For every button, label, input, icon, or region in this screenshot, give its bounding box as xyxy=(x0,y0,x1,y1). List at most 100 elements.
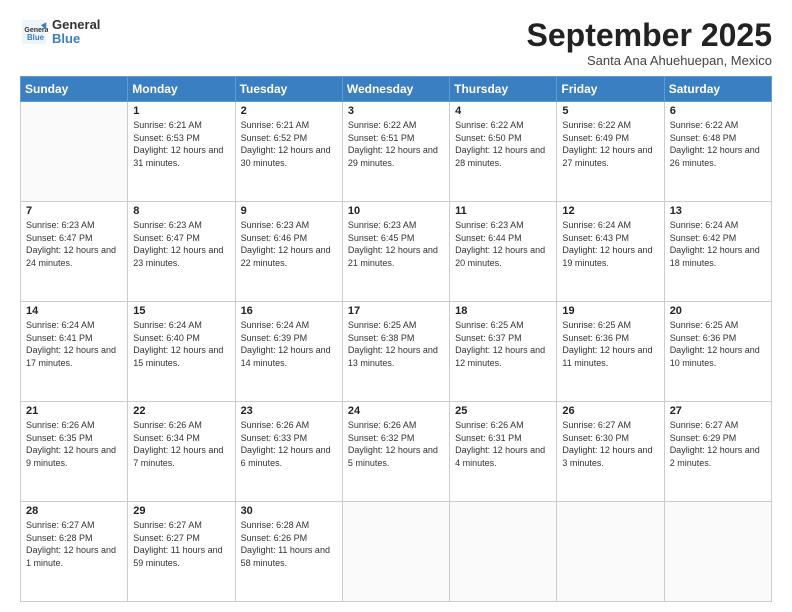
day-info: Sunrise: 6:23 AMSunset: 6:46 PMDaylight:… xyxy=(241,219,337,269)
header-friday: Friday xyxy=(557,77,664,102)
calendar-week-row: 7 Sunrise: 6:23 AMSunset: 6:47 PMDaylight… xyxy=(21,202,772,302)
table-row: 10 Sunrise: 6:23 AMSunset: 6:45 PMDayligh… xyxy=(342,202,449,302)
table-row xyxy=(342,502,449,602)
table-row: 17Sunrise: 6:25 AMSunset: 6:38 PMDayligh… xyxy=(342,302,449,402)
logo-icon: General Blue xyxy=(20,18,48,46)
table-row: 5 Sunrise: 6:22 AMSunset: 6:49 PMDaylight… xyxy=(557,102,664,202)
day-number: 14 xyxy=(26,305,122,317)
day-info: Sunrise: 6:22 AMSunset: 6:51 PMDaylight:… xyxy=(348,119,444,169)
table-row: 22 Sunrise: 6:26 AMSunset: 6:34 PMDayligh… xyxy=(128,402,235,502)
table-row: 29 Sunrise: 6:27 AMSunset: 6:27 PMDayligh… xyxy=(128,502,235,602)
table-row: 11 Sunrise: 6:23 AMSunset: 6:44 PMDayligh… xyxy=(450,202,557,302)
table-row: 19Sunrise: 6:25 AMSunset: 6:36 PMDayligh… xyxy=(557,302,664,402)
table-row: 25 Sunrise: 6:26 AMSunset: 6:31 PMDayligh… xyxy=(450,402,557,502)
day-info: Sunrise: 6:25 AMSunset: 6:36 PMDaylight:… xyxy=(670,319,766,369)
day-number: 23 xyxy=(241,405,337,417)
table-row: 30 Sunrise: 6:28 AMSunset: 6:26 PMDayligh… xyxy=(235,502,342,602)
day-info: Sunrise: 6:26 AMSunset: 6:34 PMDaylight:… xyxy=(133,419,229,469)
day-info: Sunrise: 6:23 AMSunset: 6:47 PMDaylight:… xyxy=(133,219,229,269)
page-header: General Blue General Blue September 2025… xyxy=(20,18,772,68)
table-row: 4Sunrise: 6:22 AMSunset: 6:50 PMDaylight… xyxy=(450,102,557,202)
table-row: 2Sunrise: 6:21 AMSunset: 6:52 PMDaylight… xyxy=(235,102,342,202)
day-number: 20 xyxy=(670,305,766,317)
table-row: 6Sunrise: 6:22 AMSunset: 6:48 PMDaylight… xyxy=(664,102,771,202)
logo-blue: Blue xyxy=(52,32,100,46)
day-info: Sunrise: 6:23 AMSunset: 6:44 PMDaylight:… xyxy=(455,219,551,269)
calendar-week-row: 14Sunrise: 6:24 AMSunset: 6:41 PMDayligh… xyxy=(21,302,772,402)
table-row: 18 Sunrise: 6:25 AMSunset: 6:37 PMDayligh… xyxy=(450,302,557,402)
table-row: 21 Sunrise: 6:26 AMSunset: 6:35 PMDayligh… xyxy=(21,402,128,502)
day-number: 5 xyxy=(562,105,658,117)
day-number: 1 xyxy=(133,105,229,117)
day-number: 3 xyxy=(348,105,444,117)
table-row: 7 Sunrise: 6:23 AMSunset: 6:47 PMDaylight… xyxy=(21,202,128,302)
header-monday: Monday xyxy=(128,77,235,102)
day-info: Sunrise: 6:23 AMSunset: 6:45 PMDaylight:… xyxy=(348,219,444,269)
table-row: 15 Sunrise: 6:24 AMSunset: 6:40 PMDayligh… xyxy=(128,302,235,402)
table-row xyxy=(664,502,771,602)
day-info: Sunrise: 6:27 AMSunset: 6:27 PMDaylight:… xyxy=(133,519,229,569)
day-info: Sunrise: 6:26 AMSunset: 6:35 PMDaylight:… xyxy=(26,419,122,469)
table-row xyxy=(557,502,664,602)
header-saturday: Saturday xyxy=(664,77,771,102)
day-number: 6 xyxy=(670,105,766,117)
day-number: 16 xyxy=(241,305,337,317)
svg-text:Blue: Blue xyxy=(27,33,45,42)
table-row: 13Sunrise: 6:24 AMSunset: 6:42 PMDayligh… xyxy=(664,202,771,302)
title-block: September 2025 Santa Ana Ahuehuepan, Mex… xyxy=(527,18,772,68)
day-info: Sunrise: 6:22 AMSunset: 6:49 PMDaylight:… xyxy=(562,119,658,169)
day-info: Sunrise: 6:24 AMSunset: 6:40 PMDaylight:… xyxy=(133,319,229,369)
calendar-week-row: 21 Sunrise: 6:26 AMSunset: 6:35 PMDayligh… xyxy=(21,402,772,502)
day-number: 2 xyxy=(241,105,337,117)
calendar-week-row: 1Sunrise: 6:21 AMSunset: 6:53 PMDaylight… xyxy=(21,102,772,202)
day-number: 21 xyxy=(26,405,122,417)
day-number: 13 xyxy=(670,205,766,217)
table-row: 24 Sunrise: 6:26 AMSunset: 6:32 PMDayligh… xyxy=(342,402,449,502)
day-number: 29 xyxy=(133,505,229,517)
day-number: 11 xyxy=(455,205,551,217)
table-row: 16 Sunrise: 6:24 AMSunset: 6:39 PMDayligh… xyxy=(235,302,342,402)
day-number: 4 xyxy=(455,105,551,117)
table-row: 23 Sunrise: 6:26 AMSunset: 6:33 PMDayligh… xyxy=(235,402,342,502)
table-row: 26Sunrise: 6:27 AMSunset: 6:30 PMDayligh… xyxy=(557,402,664,502)
location: Santa Ana Ahuehuepan, Mexico xyxy=(527,53,772,68)
day-info: Sunrise: 6:25 AMSunset: 6:37 PMDaylight:… xyxy=(455,319,551,369)
table-row: 28 Sunrise: 6:27 AMSunset: 6:28 PMDayligh… xyxy=(21,502,128,602)
table-row: 9Sunrise: 6:23 AMSunset: 6:46 PMDaylight… xyxy=(235,202,342,302)
day-number: 27 xyxy=(670,405,766,417)
logo-text: General Blue xyxy=(52,18,100,47)
table-row: 8 Sunrise: 6:23 AMSunset: 6:47 PMDaylight… xyxy=(128,202,235,302)
day-info: Sunrise: 6:24 AMSunset: 6:43 PMDaylight:… xyxy=(562,219,658,269)
table-row: 27 Sunrise: 6:27 AMSunset: 6:29 PMDayligh… xyxy=(664,402,771,502)
table-row xyxy=(21,102,128,202)
day-number: 10 xyxy=(348,205,444,217)
day-number: 7 xyxy=(26,205,122,217)
day-info: Sunrise: 6:26 AMSunset: 6:32 PMDaylight:… xyxy=(348,419,444,469)
calendar-week-row: 28 Sunrise: 6:27 AMSunset: 6:28 PMDayligh… xyxy=(21,502,772,602)
day-number: 22 xyxy=(133,405,229,417)
header-tuesday: Tuesday xyxy=(235,77,342,102)
day-info: Sunrise: 6:27 AMSunset: 6:30 PMDaylight:… xyxy=(562,419,658,469)
header-wednesday: Wednesday xyxy=(342,77,449,102)
day-info: Sunrise: 6:23 AMSunset: 6:47 PMDaylight:… xyxy=(26,219,122,269)
table-row: 1Sunrise: 6:21 AMSunset: 6:53 PMDaylight… xyxy=(128,102,235,202)
day-number: 17 xyxy=(348,305,444,317)
day-number: 24 xyxy=(348,405,444,417)
logo: General Blue General Blue xyxy=(20,18,100,47)
table-row: 20 Sunrise: 6:25 AMSunset: 6:36 PMDayligh… xyxy=(664,302,771,402)
calendar-header-row: Sunday Monday Tuesday Wednesday Thursday… xyxy=(21,77,772,102)
day-number: 18 xyxy=(455,305,551,317)
day-info: Sunrise: 6:27 AMSunset: 6:28 PMDaylight:… xyxy=(26,519,122,569)
day-number: 15 xyxy=(133,305,229,317)
day-number: 30 xyxy=(241,505,337,517)
day-number: 25 xyxy=(455,405,551,417)
table-row: 14Sunrise: 6:24 AMSunset: 6:41 PMDayligh… xyxy=(21,302,128,402)
day-info: Sunrise: 6:27 AMSunset: 6:29 PMDaylight:… xyxy=(670,419,766,469)
day-info: Sunrise: 6:26 AMSunset: 6:31 PMDaylight:… xyxy=(455,419,551,469)
header-sunday: Sunday xyxy=(21,77,128,102)
day-info: Sunrise: 6:28 AMSunset: 6:26 PMDaylight:… xyxy=(241,519,337,569)
day-info: Sunrise: 6:24 AMSunset: 6:39 PMDaylight:… xyxy=(241,319,337,369)
day-number: 8 xyxy=(133,205,229,217)
day-number: 28 xyxy=(26,505,122,517)
day-info: Sunrise: 6:26 AMSunset: 6:33 PMDaylight:… xyxy=(241,419,337,469)
